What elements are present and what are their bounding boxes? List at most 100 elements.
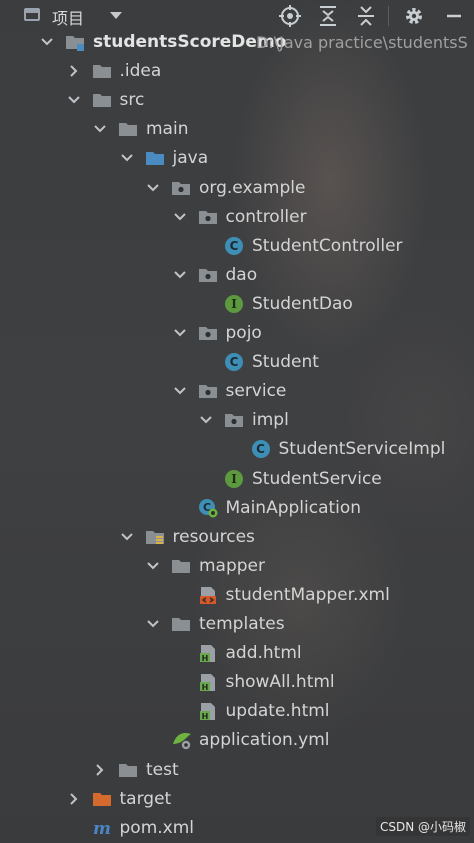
tree-item-studentserviceimpl[interactable]: C StudentServiceImpl <box>0 435 474 464</box>
package-icon <box>198 207 218 227</box>
tree-item-java[interactable]: java <box>0 144 474 173</box>
svg-text:m: m <box>93 819 111 838</box>
chevron-right-icon[interactable] <box>92 762 108 778</box>
tree-item-mapper[interactable]: mapper <box>0 552 474 581</box>
class-icon: C <box>224 352 244 372</box>
tree-item-label: application.yml <box>199 730 330 751</box>
tree-item-studentmapper-xml[interactable]: studentMapper.xml <box>0 581 474 610</box>
minimize-icon[interactable] <box>442 4 466 28</box>
tree-item-label: .idea <box>119 61 162 82</box>
tree-item-studentservice[interactable]: I StudentService <box>0 465 474 494</box>
chevron-down-icon[interactable] <box>145 616 161 632</box>
chevron-down-icon[interactable] <box>66 92 82 108</box>
chevron-down-icon[interactable] <box>145 558 161 574</box>
locate-icon[interactable] <box>278 4 302 28</box>
tree-item-studentcontroller[interactable]: C StudentController <box>0 232 474 261</box>
html-file-icon: H <box>198 701 218 721</box>
folder-icon <box>118 119 138 139</box>
interface-icon: I <box>224 294 244 314</box>
chevron-right-icon[interactable] <box>66 791 82 807</box>
tree-item-dao[interactable]: dao <box>0 261 474 290</box>
tree-item-label: src <box>119 90 145 111</box>
package-icon <box>198 381 218 401</box>
project-window-icon <box>24 8 40 21</box>
package-icon <box>198 323 218 343</box>
tree-item-label: pojo <box>225 323 262 343</box>
interface-icon: I <box>224 469 244 489</box>
chevron-down-icon[interactable] <box>92 121 108 137</box>
tree-item-impl[interactable]: impl <box>0 406 474 435</box>
tree-item-label: StudentServiceImpl <box>278 439 446 460</box>
xml-file-icon <box>198 585 218 605</box>
class-icon: C <box>224 236 244 256</box>
tree-item-label: test <box>146 759 179 780</box>
chevron-down-icon[interactable] <box>119 529 135 545</box>
tree-item-label: MainApplication <box>225 497 362 518</box>
tree-item-label: StudentDao <box>252 293 353 314</box>
gear-icon[interactable] <box>402 4 426 28</box>
tree-item-application-yml[interactable]: application.yml <box>0 726 474 755</box>
chevron-down-icon[interactable] <box>119 150 135 166</box>
tree-item-templates[interactable]: templates <box>0 610 474 639</box>
tree-item-label: StudentController <box>252 235 403 256</box>
source-folder-icon <box>145 148 165 168</box>
tree-item-studentdao[interactable]: I StudentDao <box>0 290 474 319</box>
html-file-icon: H <box>198 643 218 663</box>
tree-item-label: target <box>119 788 172 809</box>
folder-icon <box>118 760 138 780</box>
collapse-all-icon[interactable] <box>354 4 378 28</box>
chevron-down-icon[interactable] <box>172 267 188 283</box>
package-icon <box>198 265 218 285</box>
tree-item-studentsscoredemo[interactable]: studentsScoreDemo D:\Java practice\studen… <box>0 28 474 57</box>
folder-icon <box>92 90 112 110</box>
tree-item--idea[interactable]: .idea <box>0 57 474 86</box>
chevron-down-icon[interactable] <box>172 383 188 399</box>
chevron-right-icon[interactable] <box>66 63 82 79</box>
toolbar-divider <box>388 6 389 26</box>
folder-icon <box>171 614 191 634</box>
chevron-down-icon[interactable] <box>110 12 122 19</box>
tree-item-pojo[interactable]: pojo <box>0 319 474 348</box>
tree-item-add-html[interactable]: Hadd.html <box>0 639 474 668</box>
chevron-down-icon[interactable] <box>172 209 188 225</box>
tree-item-test[interactable]: test <box>0 756 474 785</box>
html-file-icon: H <box>198 672 218 692</box>
module-folder-icon <box>65 32 85 52</box>
tree-item-org-example[interactable]: org.example <box>0 174 474 203</box>
tree-item-label: studentMapper.xml <box>225 584 390 605</box>
chevron-down-icon[interactable] <box>198 412 214 428</box>
yaml-config-icon <box>171 730 191 750</box>
module-path: D:\Java practice\studentsS <box>256 33 468 52</box>
svg-text:H: H <box>201 712 208 721</box>
tree-item-target[interactable]: target <box>0 785 474 814</box>
spring-boot-class-icon: C <box>198 498 218 518</box>
folder-icon <box>171 556 191 576</box>
tree-item-main[interactable]: main <box>0 115 474 144</box>
tree-item-mainapplication[interactable]: C MainApplication <box>0 494 474 523</box>
package-icon <box>171 178 191 198</box>
watermark: CSDN @小码椒 <box>375 817 470 836</box>
tree-item-label: main <box>146 119 189 140</box>
tree-item-label: resources <box>172 526 255 547</box>
class-icon: C <box>251 439 271 459</box>
tree-item-update-html[interactable]: Hupdate.html <box>0 697 474 726</box>
tree-item-label: dao <box>225 264 258 285</box>
folder-icon <box>92 61 112 81</box>
tree-item-label: update.html <box>225 701 330 722</box>
project-title[interactable]: 项目 <box>52 5 84 29</box>
tree-item-label: mapper <box>199 555 266 576</box>
tree-item-showall-html[interactable]: HshowAll.html <box>0 668 474 697</box>
chevron-down-icon[interactable] <box>145 180 161 196</box>
tree-item-controller[interactable]: controller <box>0 203 474 232</box>
tree-item-label: templates <box>199 614 285 634</box>
tree-item-label: controller <box>225 206 307 227</box>
tree-item-service[interactable]: service <box>0 377 474 406</box>
chevron-down-icon[interactable] <box>39 34 55 50</box>
tree-item-label: java <box>172 148 209 169</box>
excluded-folder-icon <box>92 789 112 809</box>
tree-item-resources[interactable]: resources <box>0 523 474 552</box>
chevron-down-icon[interactable] <box>172 325 188 341</box>
expand-all-icon[interactable] <box>316 4 340 28</box>
tree-item-student[interactable]: C Student <box>0 348 474 377</box>
tree-item-src[interactable]: src <box>0 86 474 115</box>
